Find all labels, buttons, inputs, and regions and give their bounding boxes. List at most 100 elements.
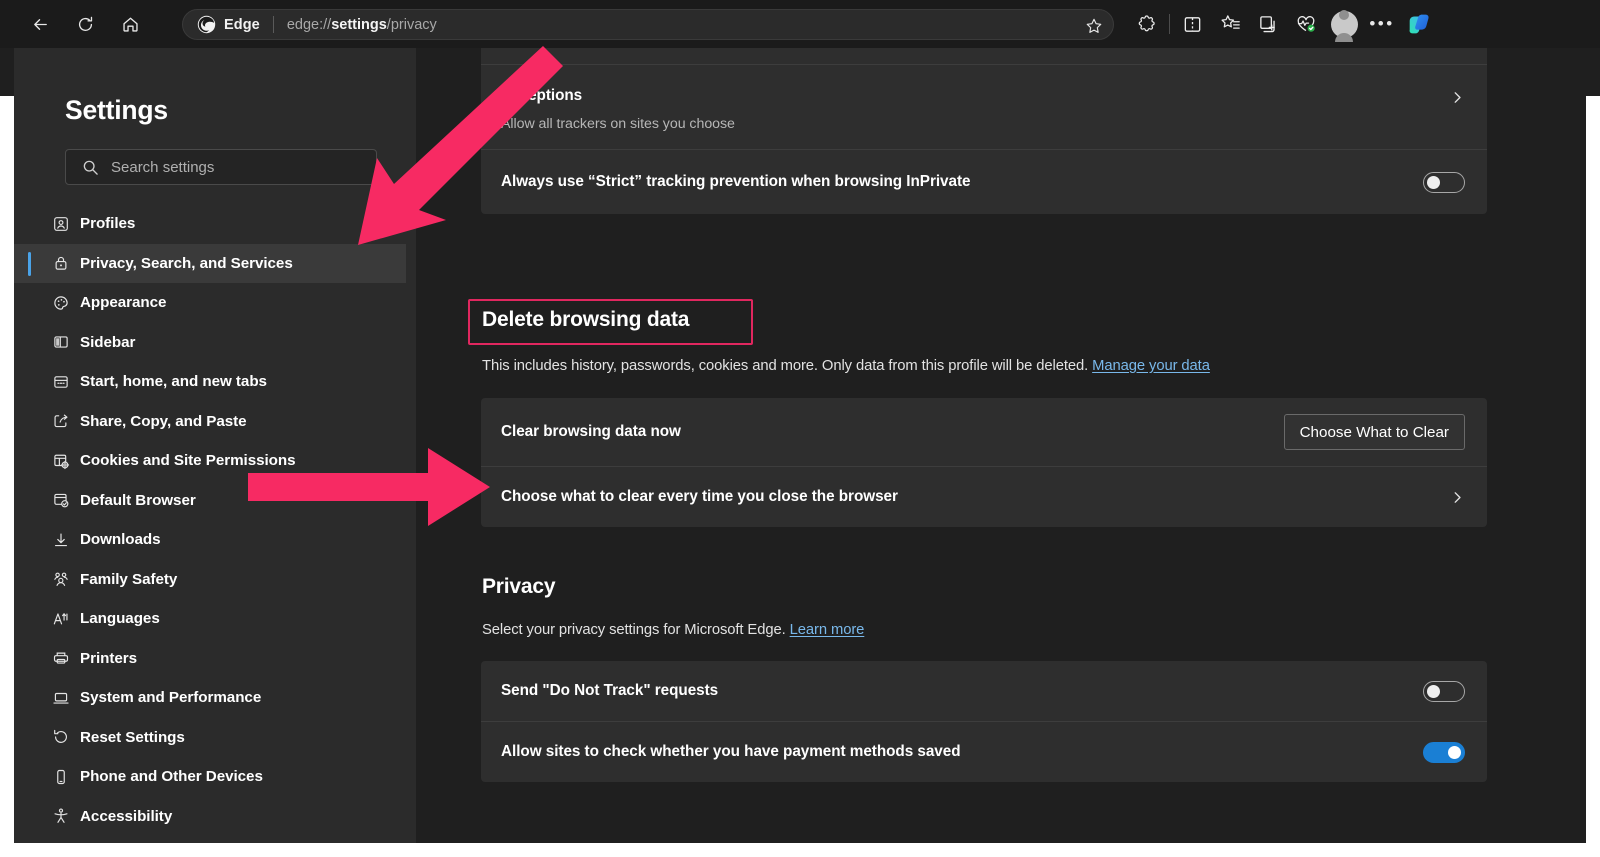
omnibox-divider <box>273 16 274 33</box>
sidebar-item-label: Printers <box>80 650 137 667</box>
people-icon <box>51 569 71 589</box>
sidebar-item-appearance[interactable]: Appearance <box>14 283 408 323</box>
sidebar-item-label: Default Browser <box>80 492 196 509</box>
sidebar-item-downloads[interactable]: Downloads <box>14 520 408 560</box>
sidebar-item-label: Start, home, and new tabs <box>80 373 267 390</box>
share-icon <box>51 411 71 431</box>
do-not-track-toggle[interactable] <box>1423 681 1465 702</box>
download-icon <box>51 530 71 550</box>
star-icon <box>1085 17 1103 35</box>
split-screen-icon[interactable] <box>1173 5 1211 43</box>
home-button[interactable] <box>112 6 148 42</box>
extensions-icon[interactable] <box>1128 5 1166 43</box>
sidebar-item-family-safety[interactable]: Family Safety <box>14 560 408 600</box>
lock-icon <box>51 253 71 273</box>
row-payment-methods-saved[interactable]: Allow sites to check whether you have pa… <box>481 722 1487 782</box>
cookies-gear-icon <box>51 451 71 471</box>
row-do-not-track[interactable]: Send "Do Not Track" requests <box>481 661 1487 721</box>
row-title: Clear browsing data now <box>501 423 681 441</box>
reload-button[interactable] <box>67 6 103 42</box>
row-choose-what-to-clear-on-close[interactable]: Choose what to clear every time you clos… <box>481 467 1487 527</box>
search-settings-box[interactable] <box>65 149 377 185</box>
toolbar-actions: ••• <box>1128 0 1439 48</box>
copilot-icon[interactable] <box>1401 5 1439 43</box>
sidebar-item-label: Cookies and Site Permissions <box>80 452 296 469</box>
delete-browsing-data-card: Clear browsing data now Choose What to C… <box>481 398 1487 527</box>
accessibility-icon <box>51 806 71 826</box>
translate-icon <box>51 609 71 629</box>
page-right-edge <box>1586 96 1600 857</box>
row-title: Always use “Strict” tracking prevention … <box>501 173 970 191</box>
sidebar-item-label: Accessibility <box>80 808 172 825</box>
sidebar-item-label: Phone and Other Devices <box>80 768 263 785</box>
search-input[interactable] <box>111 159 376 176</box>
back-button[interactable] <box>22 6 58 42</box>
sidebar-item-privacy-search-services[interactable]: Privacy, Search, and Services <box>14 244 408 284</box>
sidebar-item-start-home-new-tabs[interactable]: Start, home, and new tabs <box>14 362 408 402</box>
favorites-icon[interactable] <box>1211 5 1249 43</box>
search-icon <box>82 159 99 176</box>
add-favorite-button[interactable] <box>1081 13 1107 38</box>
phone-icon <box>51 767 71 787</box>
address-bar[interactable]: Edge edge://settings/privacy <box>182 9 1114 40</box>
sidebar-item-label: Appearance <box>80 294 166 311</box>
screenshot-bottom-border <box>0 843 1600 857</box>
sidebar-item-accessibility[interactable]: Accessibility <box>14 797 408 837</box>
collections-icon[interactable] <box>1249 5 1287 43</box>
new-tab-icon <box>51 372 71 392</box>
sidebar-item-label: Reset Settings <box>80 729 185 746</box>
sidebar-item-default-browser[interactable]: Default Browser <box>14 481 408 521</box>
sidebar-item-languages[interactable]: Languages <box>14 599 408 639</box>
sidebar-panel-icon <box>51 332 71 352</box>
row-title: Allow sites to check whether you have pa… <box>501 743 961 761</box>
sidebar-item-label: Share, Copy, and Paste <box>80 413 247 430</box>
sidebar-item-label: Privacy, Search, and Services <box>80 255 293 272</box>
row-title: Exceptions <box>501 87 735 105</box>
delete-browsing-data-description: This includes history, passwords, cookie… <box>482 358 1210 374</box>
browser-essentials-icon[interactable] <box>1287 5 1325 43</box>
settings-and-more-icon[interactable]: ••• <box>1363 5 1401 43</box>
profile-avatar-image <box>1331 11 1358 38</box>
omnibox-brand: Edge <box>224 17 260 33</box>
tracking-prevention-card: Blocked trackers View the sites that we'… <box>481 48 1487 214</box>
laptop-icon <box>51 688 71 708</box>
home-icon <box>121 15 140 34</box>
sidebar-item-share-copy-paste[interactable]: Share, Copy, and Paste <box>14 402 408 442</box>
page-title: Settings <box>65 95 168 126</box>
chevron-right-icon <box>1450 90 1465 105</box>
chevron-right-icon <box>1450 490 1465 505</box>
privacy-heading: Privacy <box>482 575 555 599</box>
sidebar-nav-list: Profiles Privacy, Search, and Services <box>14 204 408 836</box>
manage-your-data-link[interactable]: Manage your data <box>1092 358 1210 374</box>
row-blocked-trackers[interactable]: Blocked trackers View the sites that we'… <box>481 48 1487 64</box>
row-always-strict-inprivate[interactable]: Always use “Strict” tracking prevention … <box>481 150 1487 214</box>
edge-logo-icon <box>197 15 216 34</box>
palette-icon <box>51 293 71 313</box>
omnibox-url: edge://settings/privacy <box>287 17 437 33</box>
settings-sidebar: Settings Profiles <box>14 48 408 843</box>
avatar[interactable] <box>1325 5 1363 43</box>
sidebar-scrollbar-track[interactable] <box>406 48 416 843</box>
sidebar-item-cookies-site-permissions[interactable]: Cookies and Site Permissions <box>14 441 408 481</box>
settings-content: Blocked trackers View the sites that we'… <box>416 48 1586 843</box>
arrow-left-icon <box>31 15 50 34</box>
privacy-card: Send "Do Not Track" requests Allow sites… <box>481 661 1487 782</box>
sidebar-item-printers[interactable]: Printers <box>14 639 408 679</box>
payment-methods-toggle[interactable] <box>1423 742 1465 763</box>
sidebar-item-profiles[interactable]: Profiles <box>14 204 408 244</box>
sidebar-item-sidebar[interactable]: Sidebar <box>14 323 408 363</box>
browser-window: Edge edge://settings/privacy <box>0 0 1600 857</box>
row-exceptions[interactable]: Exceptions Allow all trackers on sites y… <box>481 65 1487 149</box>
browser-toolbar: Edge edge://settings/privacy <box>0 0 1600 48</box>
learn-more-link[interactable]: Learn more <box>790 622 865 638</box>
strict-inprivate-toggle[interactable] <box>1423 172 1465 193</box>
sidebar-item-label: Downloads <box>80 531 161 548</box>
sidebar-item-reset-settings[interactable]: Reset Settings <box>14 718 408 758</box>
privacy-description: Select your privacy settings for Microso… <box>482 622 864 638</box>
sidebar-item-system-performance[interactable]: System and Performance <box>14 678 408 718</box>
delete-browsing-data-heading: Delete browsing data <box>482 308 689 332</box>
profile-card-icon <box>51 214 71 234</box>
choose-what-to-clear-button[interactable]: Choose What to Clear <box>1284 414 1465 450</box>
sidebar-item-phone-other-devices[interactable]: Phone and Other Devices <box>14 757 408 797</box>
sidebar-item-label: Sidebar <box>80 334 135 351</box>
